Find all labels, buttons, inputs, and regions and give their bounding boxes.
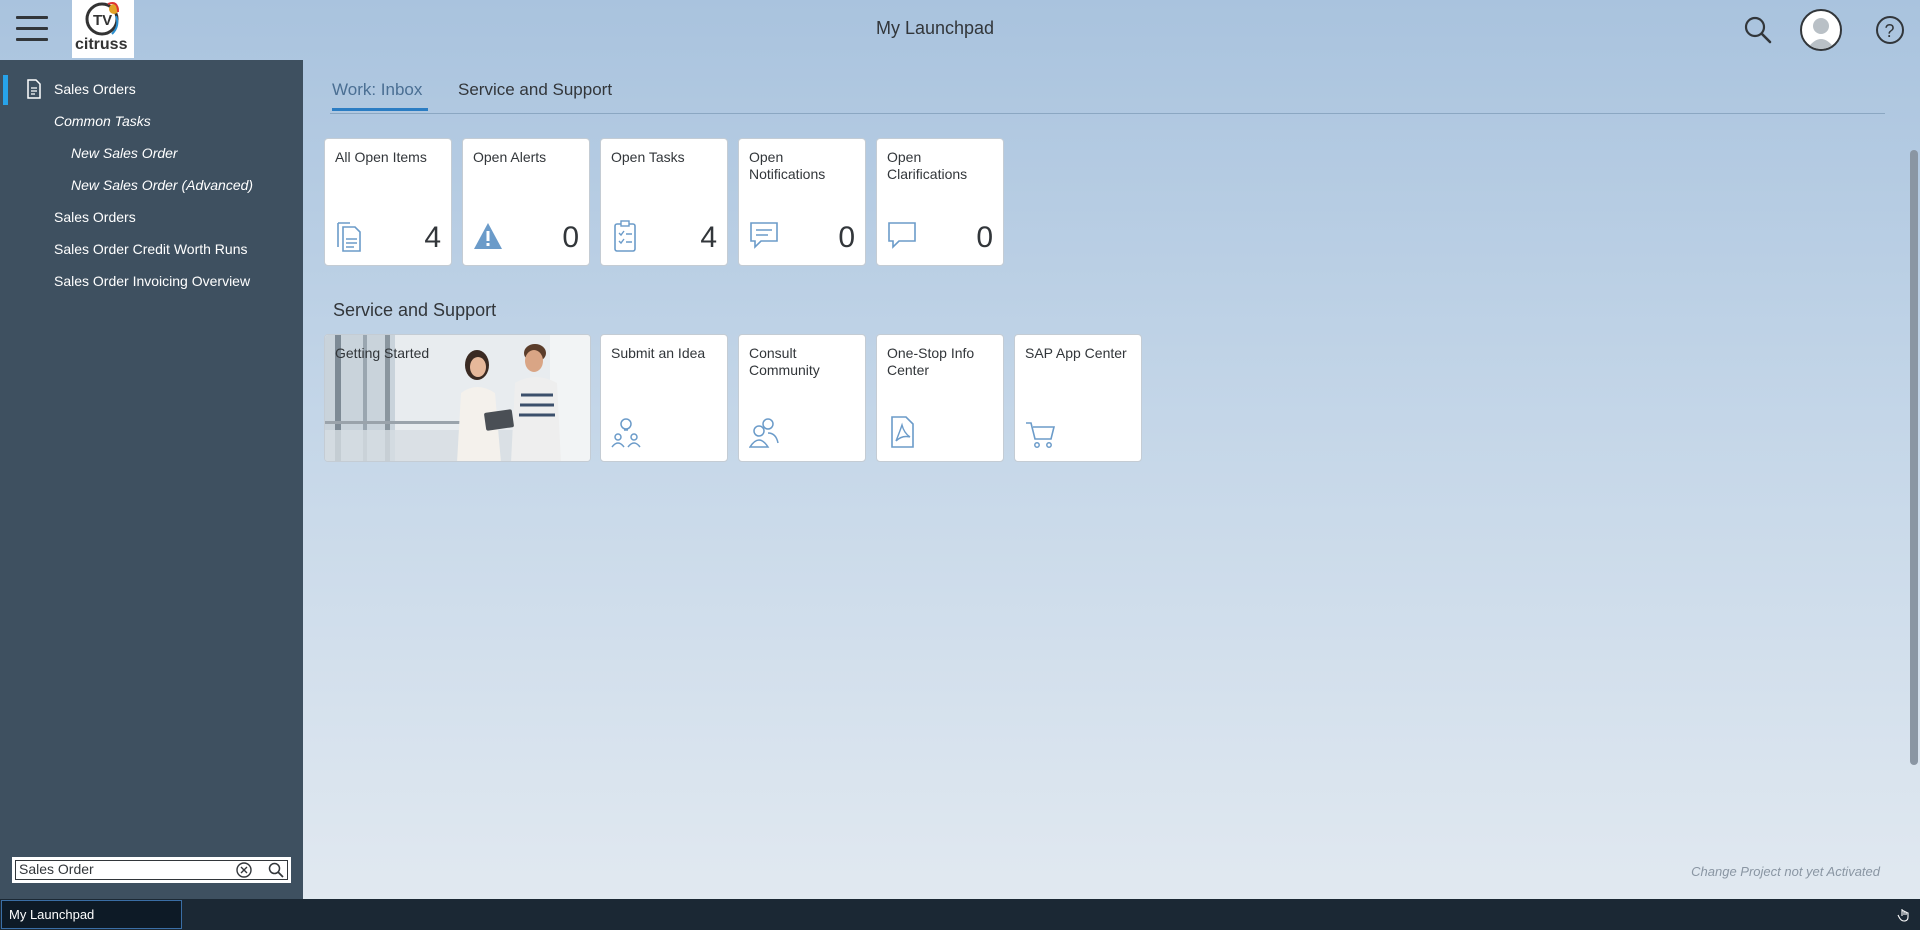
sidebar-search-field (11, 856, 292, 884)
tile-count: 0 (838, 221, 855, 254)
tile-consult-community[interactable]: Consult Community (738, 334, 866, 462)
sidebar-item-label: Sales Order Invoicing Overview (54, 273, 251, 289)
tile-title: Open Alerts (473, 149, 547, 165)
tile-count: 4 (700, 221, 717, 254)
tab-bar: Work: Inbox Service and Support (330, 75, 1885, 114)
tile-submit-idea[interactable]: Submit an Idea (600, 334, 728, 462)
sidebar-item-label: Common Tasks (54, 113, 151, 129)
sidebar-item-label: Sales Orders (54, 81, 136, 97)
tile-open-notifications[interactable]: Open Notifications 0 (738, 138, 866, 266)
clear-icon[interactable] (235, 861, 253, 879)
tile-count: 4 (424, 221, 441, 254)
tile-count: 0 (976, 221, 993, 254)
tile-open-clarifications[interactable]: Open Clarifications 0 (876, 138, 1004, 266)
tile-count: 0 (562, 221, 579, 254)
task-clipboard-icon (614, 220, 636, 252)
community-icon (749, 418, 779, 448)
tile-title: Open Tasks (611, 149, 685, 165)
sidebar-item-new-sales-order-advanced[interactable]: New Sales Order (Advanced) (0, 171, 303, 199)
scrollbar[interactable] (1910, 150, 1918, 765)
tile-title: Submit an Idea (611, 345, 706, 361)
tile-getting-started[interactable]: Getting Started (324, 334, 591, 462)
sidebar-item-invoicing-overview[interactable]: Sales Order Invoicing Overview (0, 267, 303, 295)
sidebar-item-credit-worth-runs[interactable]: Sales Order Credit Worth Runs (0, 235, 303, 263)
page-title: My Launchpad (875, 18, 995, 38)
sidebar-item-sales-orders[interactable]: Sales Orders (0, 203, 303, 231)
search-icon[interactable] (1740, 12, 1776, 48)
sidebar-item-label: Sales Order Credit Worth Runs (54, 241, 248, 257)
svg-text:?: ? (1885, 21, 1895, 41)
tile-all-open-items[interactable]: All Open Items 4 (324, 138, 452, 266)
taskbar: My Launchpad (0, 899, 1920, 930)
documents-icon (337, 222, 361, 252)
pdf-icon (891, 416, 914, 448)
sidebar-item-label: Sales Orders (54, 209, 136, 225)
sidebar: Sales Orders Common Tasks New Sales Orde… (0, 60, 303, 899)
sidebar-item-label: New Sales Order (71, 145, 178, 161)
sidebar-item-new-sales-order[interactable]: New Sales Order (0, 139, 303, 167)
tab-work-inbox[interactable]: Work: Inbox (332, 80, 422, 100)
tile-title: One-Stop Info Center (887, 345, 975, 378)
tab-service-and-support[interactable]: Service and Support (458, 80, 612, 100)
taskbar-window-button[interactable]: My Launchpad (1, 900, 182, 929)
cart-icon (1026, 422, 1055, 448)
sidebar-item-label: New Sales Order (Advanced) (71, 177, 254, 193)
search-icon[interactable] (267, 861, 285, 879)
tile-title: Getting Started (335, 345, 430, 361)
comment-icon (888, 222, 916, 249)
sidebar-item-common-tasks[interactable]: Common Tasks (0, 107, 303, 135)
tile-title: All Open Items (335, 149, 427, 165)
sidebar-item-sales-orders-group[interactable]: Sales Orders (0, 75, 303, 105)
help-icon[interactable]: ? (1872, 12, 1908, 48)
tile-sap-app-center[interactable]: SAP App Center (1014, 334, 1142, 462)
tile-title: SAP App Center (1025, 345, 1127, 361)
sidebar-search-input[interactable] (19, 860, 229, 878)
tile-title: Open Clarifications (887, 149, 968, 182)
tab-selected-indicator (332, 108, 428, 111)
touch-hand-icon[interactable] (1896, 906, 1912, 922)
tile-title: Open Notifications (749, 149, 826, 182)
idea-icon (611, 418, 641, 448)
tile-open-tasks[interactable]: Open Tasks 4 (600, 138, 728, 266)
document-icon (27, 79, 41, 99)
tile-open-alerts[interactable]: Open Alerts 0 (462, 138, 590, 266)
tile-title: Consult Community (749, 345, 820, 378)
user-avatar-icon[interactable] (1800, 9, 1842, 51)
tile-one-stop-info-center[interactable]: One-Stop Info Center (876, 334, 1004, 462)
notification-icon (750, 222, 778, 249)
section-title: Service and Support (333, 300, 497, 320)
change-project-note: Change Project not yet Activated (1691, 864, 1880, 879)
shell-header: TV citruss My Launchpad ? (0, 0, 1920, 60)
alert-icon (474, 223, 502, 249)
